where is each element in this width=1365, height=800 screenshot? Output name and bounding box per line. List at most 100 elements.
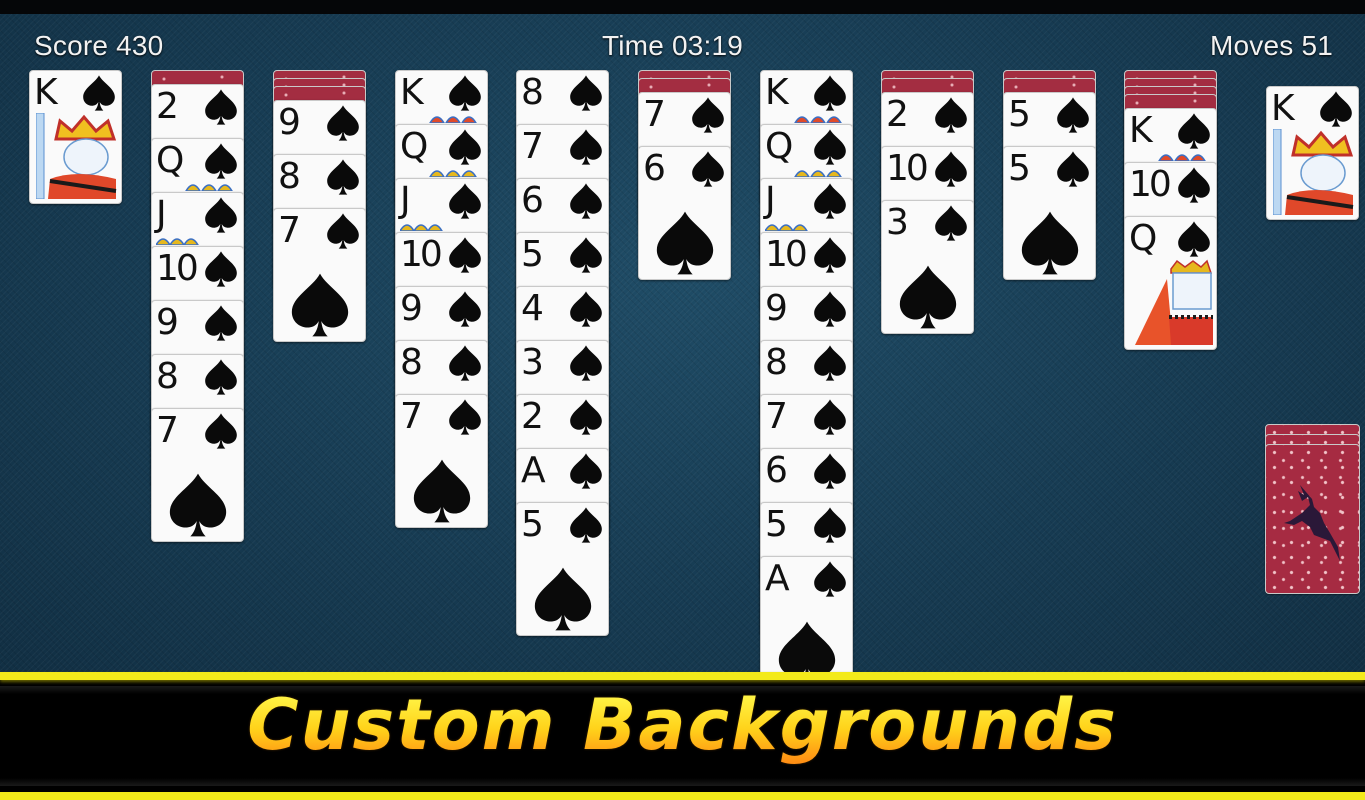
tableau-card[interactable]: 6 [638, 146, 731, 280]
completed-foundation-right[interactable]: K [1266, 86, 1359, 220]
card-rank: 2 [886, 94, 909, 135]
spade-suit-icon [570, 291, 602, 327]
spade-suit-icon [327, 159, 359, 195]
card-rank: 7 [278, 210, 301, 251]
spade-suit-icon [570, 237, 602, 273]
spade-suit-icon [570, 399, 602, 435]
card-rank: 9 [156, 302, 179, 343]
card-rank: 7 [521, 126, 544, 167]
spade-suit-icon [449, 183, 481, 219]
king-portrait-icon [36, 113, 117, 199]
card-rank: 6 [521, 180, 544, 221]
card-rank: 7 [156, 410, 179, 451]
spade-suit-icon [1320, 91, 1352, 127]
card-rank: 10 [886, 148, 929, 189]
card-rank: K [1129, 110, 1153, 151]
card-rank: A [765, 558, 790, 599]
tableau-card[interactable]: 3 [881, 200, 974, 334]
card-rank: 6 [765, 450, 788, 491]
spade-suit-icon [1057, 97, 1089, 133]
jack-crown-strip-icon [765, 224, 808, 231]
card-rank: J [765, 180, 775, 221]
spade-suit-icon [83, 75, 115, 111]
spade-suit-icon [205, 413, 237, 449]
tableau-card[interactable]: 5 [1003, 146, 1096, 280]
spade-suit-icon [1178, 113, 1210, 149]
card-rank: 8 [278, 156, 301, 197]
spade-suit-icon [449, 237, 481, 273]
jack-crown-strip-icon [400, 224, 443, 231]
tableau-card[interactable]: 5 [516, 502, 609, 636]
spade-center-icon [899, 265, 957, 329]
card-rank: 10 [156, 248, 199, 289]
spade-suit-icon [814, 561, 846, 597]
banner-title: Custom Backgrounds [0, 684, 1365, 766]
spade-suit-icon [205, 197, 237, 233]
card-rank: 8 [521, 72, 544, 113]
spade-suit-icon [327, 213, 359, 249]
card-rank: 6 [643, 148, 666, 189]
card-rank: 10 [1129, 164, 1172, 205]
card-rank: 4 [521, 288, 544, 329]
card-rank: 5 [521, 234, 544, 275]
king-crown-strip-icon [794, 116, 842, 123]
spade-suit-icon [205, 143, 237, 179]
spade-suit-icon [570, 507, 602, 543]
card-rank: 5 [521, 504, 544, 545]
moves-display: Moves 51 [1210, 30, 1333, 61]
king-portrait-icon [1273, 129, 1354, 215]
queen-crown-strip-icon [185, 184, 233, 191]
card-rank: 10 [765, 234, 808, 275]
card-rank: 5 [1008, 148, 1031, 189]
reindeer-icon [1284, 485, 1340, 561]
card-rank: 2 [156, 86, 179, 127]
king-crown-strip-icon [1158, 154, 1206, 161]
spade-suit-icon [814, 399, 846, 435]
queen-crown-strip-icon [429, 170, 477, 177]
spade-suit-icon [205, 359, 237, 395]
card-rank: 9 [278, 102, 301, 143]
spade-suit-icon [935, 151, 967, 187]
card-rank: 2 [521, 396, 544, 437]
tableau-card[interactable]: A [760, 556, 853, 690]
card-rank: Q [1129, 218, 1157, 259]
card-rank: Q [765, 126, 793, 167]
spade-suit-icon [570, 183, 602, 219]
spade-suit-icon [1178, 167, 1210, 203]
card-rank: 10 [400, 234, 443, 275]
tableau-card[interactable]: 7 [151, 408, 244, 542]
spade-center-icon [534, 567, 592, 631]
tableau-card[interactable]: 7 [395, 394, 488, 528]
card-rank: 8 [400, 342, 423, 383]
spade-suit-icon [205, 89, 237, 125]
tableau-card[interactable]: 7 [273, 208, 366, 342]
card-rank: 9 [400, 288, 423, 329]
spade-suit-icon [570, 75, 602, 111]
spade-center-icon [413, 459, 471, 523]
card-rank: 8 [156, 356, 179, 397]
spade-center-icon [1021, 211, 1079, 275]
card-rank: 5 [765, 504, 788, 545]
spade-suit-icon [449, 291, 481, 327]
card-rank: K [34, 72, 58, 113]
spade-suit-icon [570, 453, 602, 489]
card-rank: J [400, 180, 410, 221]
spade-suit-icon [814, 345, 846, 381]
spade-suit-icon [692, 97, 724, 133]
tableau-card[interactable]: Q [1124, 216, 1217, 350]
spade-center-icon [169, 473, 227, 537]
card-rank: 9 [765, 288, 788, 329]
spade-suit-icon [570, 345, 602, 381]
spade-suit-icon [814, 129, 846, 165]
completed-foundation-left[interactable]: K [29, 70, 122, 204]
spade-suit-icon [935, 205, 967, 241]
stock-card [1265, 444, 1360, 594]
card-rank: 7 [400, 396, 423, 437]
card-rank: 5 [1008, 94, 1031, 135]
spade-suit-icon [814, 237, 846, 273]
score-display: Score 430 [34, 30, 164, 61]
spade-suit-icon [1178, 221, 1210, 257]
spade-suit-icon [1057, 151, 1089, 187]
spade-suit-icon [205, 251, 237, 287]
card-rank: K [400, 72, 424, 113]
